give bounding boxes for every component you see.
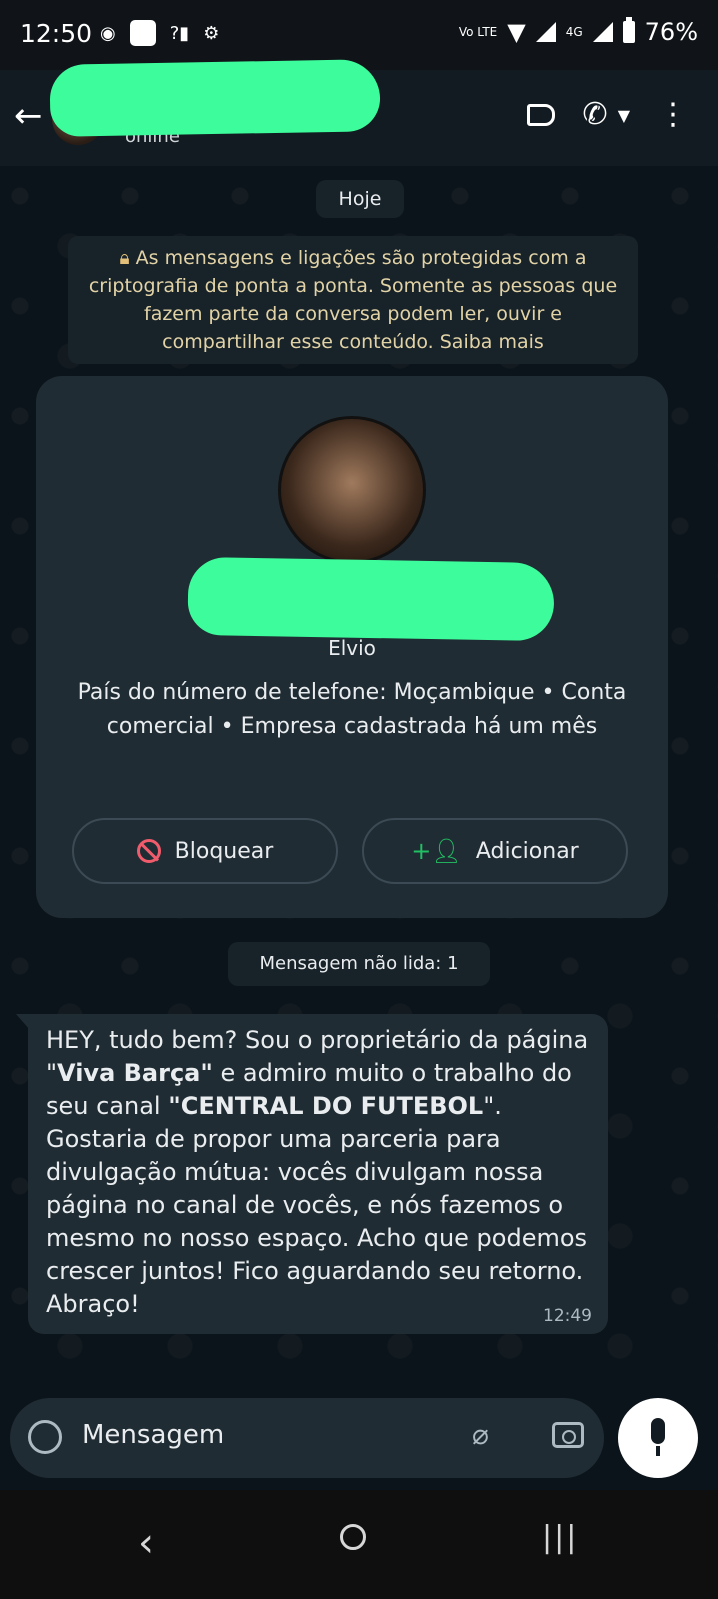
mic-icon [651, 1418, 665, 1444]
message-input[interactable]: Mensagem [82, 1420, 224, 1450]
more-vert-icon[interactable]: ⋮ [658, 100, 688, 130]
add-contact-button-label: Adicionar [475, 838, 579, 864]
status-right-icons: Vo LTE ▼ 4G 76% [458, 17, 698, 46]
phone-icon[interactable]: ✆ [583, 100, 608, 130]
block-icon [136, 839, 161, 863]
camera-icon[interactable] [552, 1422, 584, 1448]
security-notice[interactable]: 🔒︎ As mensagens e ligações são protegida… [68, 236, 638, 364]
message-composer: Mensagem ⌀ [10, 1398, 604, 1478]
sticker-icon[interactable] [28, 1420, 62, 1454]
redaction-mark [187, 556, 555, 642]
header-actions: ✆ ▼ ⋮ [526, 100, 688, 130]
no-signal-icon: ?▮ [169, 22, 190, 44]
mic-button[interactable] [618, 1398, 698, 1478]
battery-percent: 76% [644, 18, 698, 46]
chat-header: ← online ✆ ▼ ⋮ [0, 59, 718, 166]
block-button[interactable]: Bloquear [72, 818, 338, 884]
message-time: 12:49 [543, 1306, 592, 1326]
status-bar: 12:50 ◉ ?▮ ⚙ Vo LTE ▼ 4G 76% [0, 0, 718, 70]
message-bubble[interactable]: HEY, tudo bem? Sou o proprietário da pág… [16, 1014, 608, 1334]
contact-card: Elvio País do número de telefone: Moçamb… [36, 376, 668, 918]
caret-down-icon[interactable]: ▼ [618, 106, 630, 125]
system-nav-bar: ‹ ||| [0, 1490, 718, 1599]
contact-name: Elvio [328, 636, 376, 660]
add-person-icon: +👤︎ [411, 837, 462, 865]
status-left-icons: ◉ ?▮ ⚙ [100, 20, 219, 46]
nav-recents-icon[interactable]: ||| [542, 1520, 578, 1555]
arrow-left-icon[interactable]: ← [14, 96, 43, 136]
message-text: HEY, tudo bem? Sou o proprietário da pág… [46, 1024, 590, 1321]
wifi-icon: ▼ [507, 18, 526, 46]
chat-area[interactable]: Hoje 🔒︎ As mensagens e ligações são prot… [0, 166, 718, 1396]
block-button-label: Bloquear [174, 838, 274, 864]
battery-icon [622, 17, 635, 43]
notification-square-icon [129, 20, 156, 46]
message-text-part: ". Gostaria de propor uma parceria para … [46, 1092, 588, 1318]
nav-home-icon[interactable] [340, 1524, 366, 1550]
message-bold-part: Viva Barça" [57, 1059, 213, 1087]
mic-stand [656, 1446, 660, 1456]
unread-label: Mensagem não lida: 1 [228, 942, 490, 986]
status-time: 12:50 [20, 19, 93, 48]
contact-card-avatar[interactable] [278, 416, 426, 564]
redaction-mark [49, 59, 381, 137]
settings-icon: ⚙ [203, 22, 220, 44]
attach-icon[interactable]: ⌀ [472, 1418, 489, 1451]
nav-back-icon[interactable]: ‹ [138, 1520, 154, 1566]
message-bold-part: "CENTRAL DO FUTEBOL [168, 1092, 484, 1120]
label-icon[interactable] [526, 104, 555, 126]
signal-icon [535, 22, 556, 42]
app-icon: ◉ [100, 22, 116, 44]
security-notice-text: As mensagens e ligações são protegidas c… [88, 247, 618, 353]
add-contact-button[interactable]: +👤︎ Adicionar [362, 818, 628, 884]
lock-icon: 🔒︎ [119, 247, 136, 269]
signal-icon-2 [592, 22, 613, 42]
network-type: 4G [565, 25, 583, 39]
contact-info: País do número de telefone: Moçambique •… [77, 680, 627, 739]
volte-indicator: Vo LTE [458, 25, 498, 39]
date-label: Hoje [316, 180, 404, 218]
